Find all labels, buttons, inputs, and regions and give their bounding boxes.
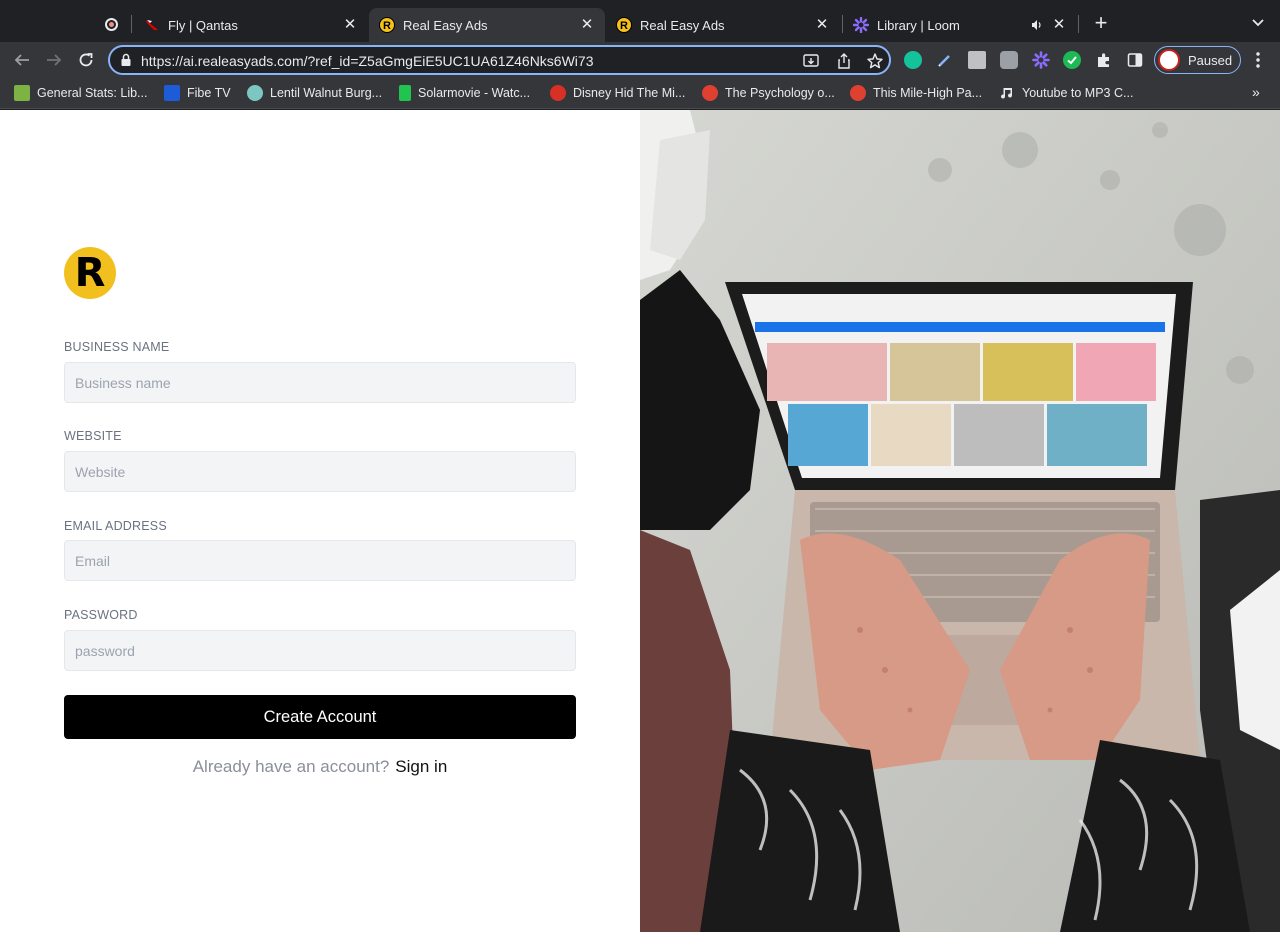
email-label: EMAIL ADDRESS	[64, 519, 167, 533]
extensions-puzzle-icon[interactable]	[1095, 51, 1113, 69]
signin-prompt-row: Already have an account? Sign in	[0, 757, 640, 777]
bookmark-star-icon[interactable]	[866, 52, 884, 70]
bookmark-label: Disney Hid The Mi...	[573, 86, 686, 100]
disney-favicon-icon	[550, 85, 566, 101]
bookmark-label: Lentil Walnut Burg...	[270, 86, 383, 100]
tab-title: Real Easy Ads	[640, 17, 725, 33]
tab-separator	[1078, 15, 1079, 33]
bookmark-label: This Mile-High Pa...	[873, 86, 983, 100]
tab-separator	[131, 15, 132, 33]
tab-loom[interactable]: Library | Loom ✕	[843, 8, 1077, 42]
tab-title: Library | Loom	[877, 17, 960, 33]
laptop-photo-illustration	[640, 110, 1280, 932]
close-tab-icon[interactable]: ✕	[1051, 17, 1067, 33]
pen-extension-icon[interactable]	[936, 51, 954, 69]
password-input[interactable]	[64, 630, 576, 671]
bookmarks-overflow-chevron-icon[interactable]: »	[1252, 84, 1260, 100]
install-app-icon[interactable]	[802, 52, 820, 70]
email-input[interactable]	[64, 540, 576, 581]
close-tab-icon[interactable]: ✕	[814, 17, 830, 33]
bookmark-label: Solarmovie - Watc...	[418, 86, 531, 100]
password-label: PASSWORD	[64, 608, 138, 622]
speaker-icon[interactable]	[1029, 17, 1045, 33]
bookmarks-bar: General Stats: Lib... Fibe TV Lentil Wal…	[0, 78, 1280, 109]
page-content: R BUSINESS NAME WEBSITE EMAIL ADDRESS PA…	[0, 110, 1280, 932]
bookmark-label: The Psychology o...	[725, 86, 835, 100]
bookmark-mile-high[interactable]: This Mile-High Pa...	[850, 83, 982, 103]
side-panel-icon[interactable]	[1126, 51, 1144, 69]
tab-qantas[interactable]: Fly | Qantas ✕	[134, 8, 368, 42]
signin-prompt-text: Already have an account?	[192, 757, 390, 776]
forward-arrow-icon[interactable]	[42, 48, 66, 72]
business-name-label: BUSINESS NAME	[64, 340, 170, 354]
recording-indicator-icon[interactable]	[105, 18, 118, 31]
tab-strip: Fly | Qantas ✕ R Real Easy Ads ✕ R Real …	[0, 0, 1280, 42]
browser-menu-icon[interactable]	[1252, 50, 1264, 70]
business-name-input[interactable]	[64, 362, 576, 403]
copy-extension-icon[interactable]	[1000, 51, 1018, 69]
screen-extension-icon[interactable]	[968, 51, 986, 69]
general-stats-favicon-icon	[14, 85, 30, 101]
reload-icon[interactable]	[74, 48, 98, 72]
back-arrow-icon[interactable]	[10, 48, 34, 72]
bookmark-fibe-tv[interactable]: Fibe TV	[164, 83, 231, 103]
tab-real-easy-ads[interactable]: R Real Easy Ads ✕	[606, 8, 840, 42]
avatar	[1158, 49, 1180, 71]
real-easy-ads-favicon-icon: R	[379, 17, 395, 33]
browser-toolbar: https://ai.realeasyads.com/?ref_id=Z5aGm…	[0, 42, 1280, 78]
website-input[interactable]	[64, 451, 576, 492]
address-bar[interactable]: https://ai.realeasyads.com/?ref_id=Z5aGm…	[108, 45, 891, 75]
tab-title: Real Easy Ads	[403, 17, 488, 33]
profile-paused-button[interactable]: Paused	[1154, 46, 1241, 74]
create-account-button[interactable]: Create Account	[64, 695, 576, 739]
bookmark-label: Youtube to MP3 C...	[1022, 86, 1134, 100]
bookmark-label: Fibe TV	[187, 86, 231, 100]
bookmark-solarmovie[interactable]: Solarmovie - Watc...	[399, 83, 530, 103]
sign-in-link[interactable]: Sign in	[395, 757, 447, 776]
close-tab-icon[interactable]: ✕	[342, 17, 358, 33]
bookmark-disney[interactable]: Disney Hid The Mi...	[550, 83, 685, 103]
signup-form-panel: R BUSINESS NAME WEBSITE EMAIL ADDRESS PA…	[0, 110, 640, 932]
share-icon[interactable]	[835, 52, 853, 70]
hero-photo-laptop	[640, 110, 1280, 932]
bookmark-youtube-mp3[interactable]: Youtube to MP3 C...	[999, 83, 1133, 103]
loom-extension-icon[interactable]	[1032, 51, 1050, 69]
psychology-favicon-icon	[702, 85, 718, 101]
lock-icon[interactable]	[120, 53, 132, 72]
grammarly-extension-icon[interactable]	[904, 51, 922, 69]
website-label: WEBSITE	[64, 429, 122, 443]
check-extension-icon[interactable]	[1063, 51, 1081, 69]
bookmark-general-stats[interactable]: General Stats: Lib...	[14, 83, 147, 103]
real-easy-ads-favicon-icon: R	[616, 17, 632, 33]
solarmovie-favicon-icon	[399, 85, 411, 101]
loom-favicon-icon	[853, 17, 869, 33]
real-easy-ads-logo: R	[64, 247, 116, 299]
profile-status: Paused	[1188, 52, 1233, 68]
tab-real-easy-ads-active[interactable]: R Real Easy Ads ✕	[369, 8, 605, 42]
bookmark-psychology[interactable]: The Psychology o...	[702, 83, 835, 103]
close-tab-icon[interactable]: ✕	[579, 17, 595, 33]
tab-search-chevron-icon[interactable]	[1250, 14, 1266, 30]
bookmark-lentil-walnut[interactable]: Lentil Walnut Burg...	[247, 83, 382, 103]
mile-high-favicon-icon	[850, 85, 866, 101]
qantas-favicon-icon	[144, 17, 160, 33]
fibe-tv-favicon-icon	[164, 85, 180, 101]
bookmark-label: General Stats: Lib...	[37, 86, 148, 100]
tab-title: Fly | Qantas	[168, 17, 238, 33]
new-tab-plus-icon[interactable]: +	[1090, 12, 1112, 35]
url-text[interactable]: https://ai.realeasyads.com/?ref_id=Z5aGm…	[141, 53, 593, 69]
lentil-favicon-icon	[247, 85, 263, 101]
music-note-icon	[999, 85, 1015, 101]
